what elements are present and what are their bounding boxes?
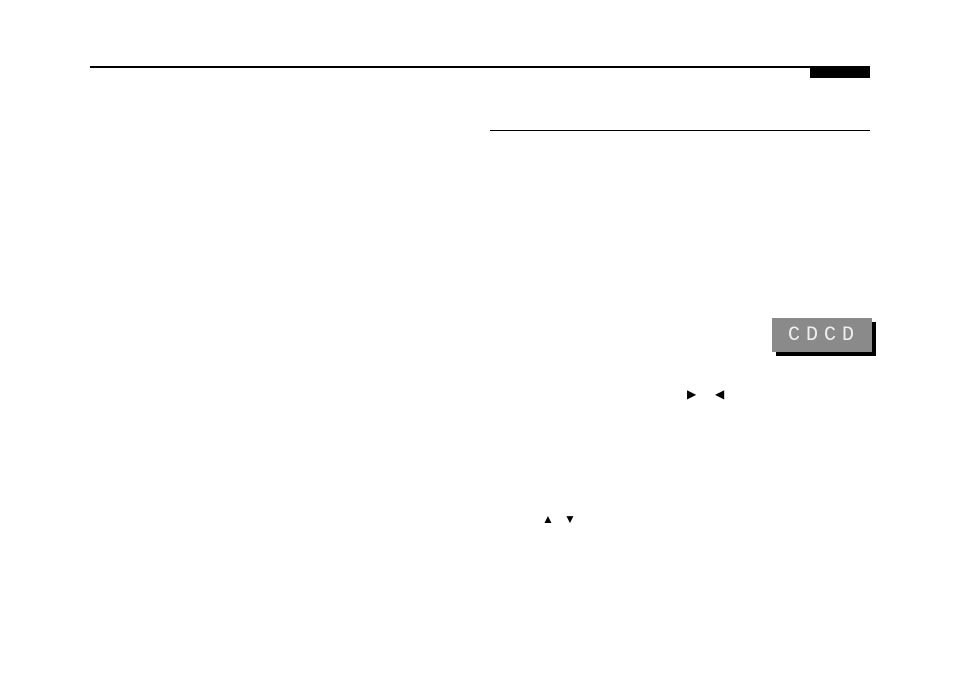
triangle-right-icon: ▶ [687,388,696,400]
manual-page: CDCD ▶ ◀ ▲ ▼ [0,0,954,674]
triangle-down-icon: ▼ [564,513,576,525]
lcd-text: CDCD [788,324,860,347]
top-black-tab [810,66,870,78]
top-horizontal-rule [90,66,870,68]
right-column-heading-underline [490,130,870,131]
triangle-up-icon: ▲ [542,513,554,525]
lcd-display: CDCD [772,318,872,352]
triangle-left-icon: ◀ [715,388,724,400]
